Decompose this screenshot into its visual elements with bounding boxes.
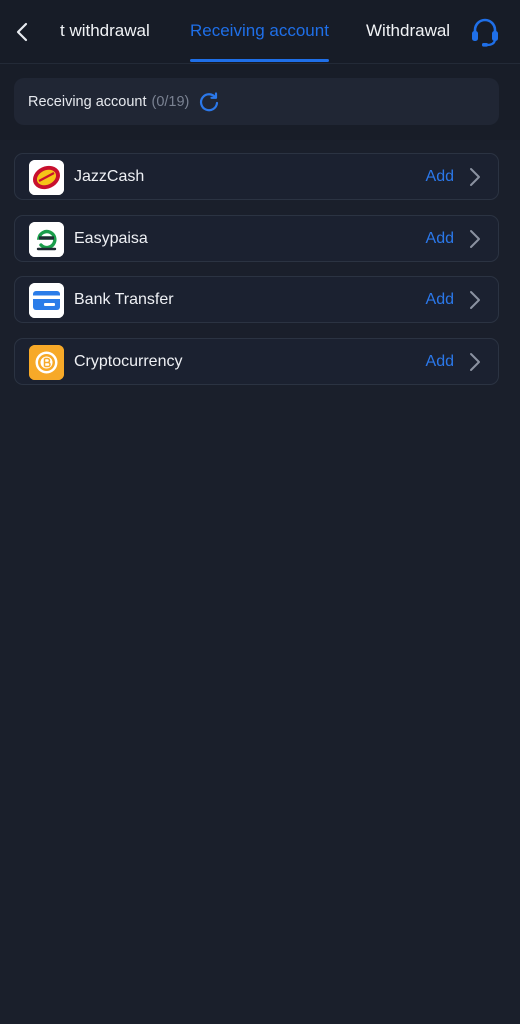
- back-button[interactable]: [8, 16, 36, 48]
- chevron-right-icon: [468, 290, 482, 310]
- add-bank-transfer-button[interactable]: Add: [426, 277, 454, 322]
- refresh-icon: [200, 91, 219, 111]
- jazzcash-logo: [29, 160, 64, 195]
- tab-receiving-account[interactable]: Receiving account: [190, 0, 329, 64]
- account-count: (0/19): [151, 93, 190, 110]
- tab-withdrawal[interactable]: Withdrawal: [366, 0, 450, 64]
- receiving-account-summary: Receiving account (0/19): [14, 78, 499, 125]
- customer-support-button[interactable]: [468, 16, 502, 48]
- method-name: JazzCash: [74, 168, 145, 185]
- chevron-left-icon: [16, 22, 28, 42]
- refresh-button[interactable]: [198, 91, 220, 113]
- add-cryptocurrency-button[interactable]: Add: [426, 339, 454, 384]
- tab-receiving-account-label: Receiving account: [190, 21, 329, 40]
- add-easypaisa-button[interactable]: Add: [426, 216, 454, 261]
- method-name: Easypaisa: [74, 230, 148, 247]
- add-jazzcash-button[interactable]: Add: [426, 154, 454, 199]
- method-row-bank-transfer[interactable]: Bank Transfer Add: [14, 276, 499, 323]
- method-row-easypaisa[interactable]: Easypaisa Add: [14, 215, 499, 262]
- headset-icon: [472, 18, 498, 47]
- method-name: Bank Transfer: [74, 291, 174, 308]
- chevron-right-icon: [468, 229, 482, 249]
- summary-label: Receiving account: [28, 93, 147, 110]
- payment-methods-panel: JazzCash Add Easypaisa Add Bank Transfer…: [0, 140, 520, 1024]
- chevron-right-icon: [468, 352, 482, 372]
- top-bar: t withdrawal Receiving account Withdrawa…: [0, 0, 520, 64]
- chevron-right-icon: [468, 167, 482, 187]
- easypaisa-logo: [29, 222, 64, 257]
- bitcoin-icon: [29, 345, 64, 380]
- bank-card-icon: [29, 283, 64, 318]
- active-tab-indicator: [190, 59, 329, 62]
- tab-bar: t withdrawal Receiving account Withdrawa…: [60, 0, 460, 64]
- method-row-jazzcash[interactable]: JazzCash Add: [14, 153, 499, 200]
- method-row-cryptocurrency[interactable]: Cryptocurrency Add: [14, 338, 499, 385]
- method-name: Cryptocurrency: [74, 353, 183, 370]
- tab-withdrawal-record[interactable]: t withdrawal: [60, 0, 150, 64]
